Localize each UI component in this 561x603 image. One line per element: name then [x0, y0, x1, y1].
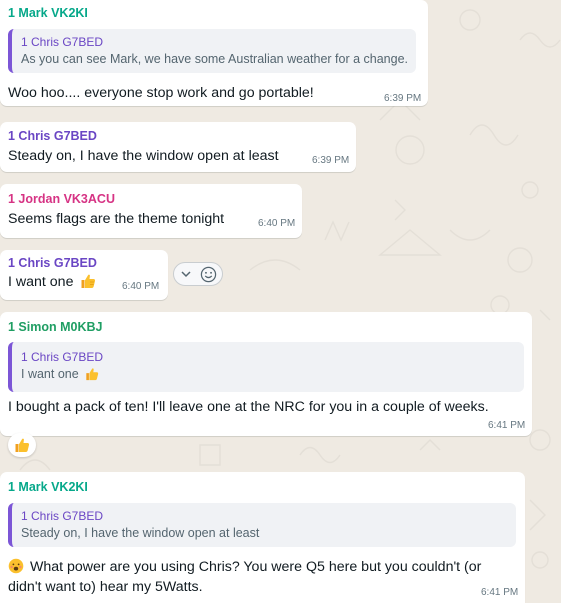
quoted-sender: 1 Chris G7BED: [21, 509, 104, 523]
thumbs-up-emoji: [15, 438, 30, 452]
message-sender[interactable]: 1 Mark VK2KI: [8, 480, 88, 494]
thumbs-up-emoji: [86, 368, 99, 381]
message-text-content: I want one: [8, 274, 74, 290]
message-text-line2: didn't want to) hear my 5Watts.: [8, 579, 203, 595]
message-time: 6:41 PM: [488, 420, 526, 431]
message-bubble[interactable]: 1 Mark VK2KI 1 Chris G7BED As you can se…: [0, 0, 428, 106]
message-bubble[interactable]: 1 Simon M0KBJ 1 Chris G7BED I want one I…: [0, 312, 532, 436]
message-hover-controls: [173, 262, 223, 286]
message-sender[interactable]: 1 Simon M0KBJ: [8, 320, 102, 334]
message-text: I want one: [8, 271, 96, 293]
message-sender[interactable]: 1 Mark VK2KI: [8, 6, 88, 20]
message-time: 6:40 PM: [122, 281, 160, 292]
quoted-text: I want one: [21, 367, 99, 381]
quoted-text: As you can see Mark, we have some Austra…: [21, 52, 409, 66]
quoted-message[interactable]: 1 Chris G7BED As you can see Mark, we ha…: [8, 29, 416, 73]
message-reaction[interactable]: [8, 433, 36, 457]
message-bubble[interactable]: 1 Chris G7BED I want one 6:40 PM: [0, 250, 168, 300]
message-time: 6:41 PM: [481, 587, 519, 598]
quoted-message[interactable]: 1 Chris G7BED Steady on, I have the wind…: [8, 503, 516, 547]
quoted-text: Steady on, I have the window open at lea…: [21, 526, 260, 540]
message-sender[interactable]: 1 Chris G7BED: [8, 129, 97, 143]
quoted-message[interactable]: 1 Chris G7BED I want one: [8, 342, 524, 392]
message-time: 6:39 PM: [312, 155, 350, 166]
message-text: Steady on, I have the window open at lea…: [8, 148, 279, 164]
message-text: What power are you using Chris? You were…: [8, 556, 481, 578]
message-bubble[interactable]: 1 Chris G7BED Steady on, I have the wind…: [0, 122, 356, 172]
emoji-smile-icon[interactable]: [200, 266, 217, 283]
thumbs-up-emoji: [81, 274, 96, 288]
message-bubble[interactable]: 1 Jordan VK3ACU Seems flags are the them…: [0, 184, 302, 238]
message-text-line1: What power are you using Chris? You were…: [29, 559, 482, 575]
quoted-text-content: I want one: [21, 367, 79, 381]
message-text: I bought a pack of ten! I'll leave one a…: [8, 399, 489, 415]
quoted-sender: 1 Chris G7BED: [21, 350, 104, 364]
message-bubble[interactable]: 1 Mark VK2KI 1 Chris G7BED Steady on, I …: [0, 472, 525, 603]
chevron-down-icon[interactable]: [180, 268, 192, 280]
smiling-face-emoji: [8, 558, 24, 574]
message-text: Woo hoo.... everyone stop work and go po…: [8, 85, 314, 101]
message-time: 6:39 PM: [384, 93, 422, 104]
message-sender[interactable]: 1 Chris G7BED: [8, 256, 97, 270]
message-text: Seems flags are the theme tonight: [8, 211, 225, 227]
quoted-sender: 1 Chris G7BED: [21, 35, 104, 49]
message-time: 6:40 PM: [258, 218, 296, 229]
message-sender[interactable]: 1 Jordan VK3ACU: [8, 192, 115, 206]
